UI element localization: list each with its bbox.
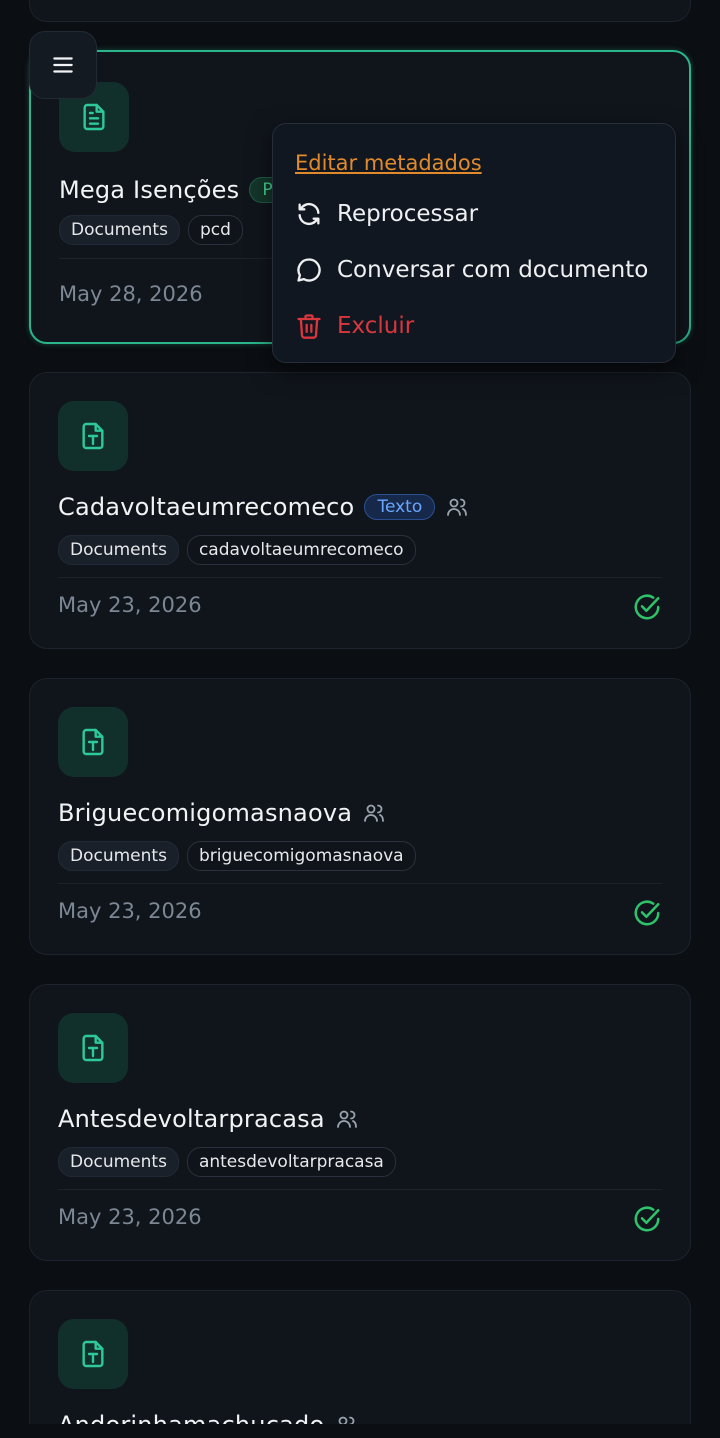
reprocess-menu-item[interactable]: Reprocessar: [295, 200, 478, 228]
users-icon: [364, 804, 385, 822]
divider: [58, 577, 662, 578]
users-icon: [447, 498, 468, 516]
document-card[interactable]: Cadavoltaeumrecomeco Texto Documents cad…: [29, 372, 691, 649]
document-card[interactable]: Briguecomigomasnaova Documents briguecom…: [29, 678, 691, 955]
refresh-icon: [298, 202, 320, 226]
tag-keyword[interactable]: antesdevoltarpracasa: [186, 1147, 396, 1177]
document-date: May 28, 2026: [59, 282, 203, 306]
document-title: Antesdevoltarpracasa: [58, 1105, 325, 1133]
tag-list: Documents pcd: [59, 215, 243, 245]
delete-label: Excluir: [337, 313, 415, 339]
document-list-screen: Mega Isenções Pr Documents pcd May 28, 2…: [0, 0, 720, 1438]
bottom-edge: [0, 1424, 720, 1438]
document-card[interactable]: Antesdevoltarpracasa Documents antesdevo…: [29, 984, 691, 1261]
tag-folder[interactable]: Documents: [58, 841, 179, 871]
chat-label: Conversar com documento: [337, 257, 649, 283]
chat-bubble-icon: [297, 258, 321, 282]
text-file-icon: [82, 728, 104, 756]
text-file-icon: [82, 1034, 104, 1062]
hamburger-icon: [53, 57, 73, 73]
type-badge: Texto: [364, 494, 436, 520]
file-badge: [58, 1319, 128, 1389]
reprocess-label: Reprocessar: [337, 201, 479, 227]
document-text-icon: [83, 103, 105, 131]
document-card[interactable]: Andorinhamachucado: [29, 1290, 691, 1438]
chat-menu-item[interactable]: Conversar com documento: [295, 256, 648, 284]
document-date: May 23, 2026: [58, 593, 202, 617]
file-badge: [58, 401, 128, 471]
title-row: Cadavoltaeumrecomeco Texto: [58, 493, 469, 521]
tag-keyword[interactable]: pcd: [187, 215, 243, 245]
context-menu: Editar metadados Reprocessar Conversar c…: [272, 123, 676, 363]
title-row: Mega Isenções Pr: [59, 176, 293, 204]
trash-icon: [297, 314, 321, 339]
document-title: Mega Isenções: [59, 176, 240, 204]
tag-folder[interactable]: Documents: [58, 535, 179, 565]
tag-list: Documents briguecomigomasnaova: [58, 841, 416, 871]
title-row: Briguecomigomasnaova: [58, 799, 386, 827]
check-circle-icon: [634, 594, 660, 620]
document-date: May 23, 2026: [58, 1205, 202, 1229]
tag-folder[interactable]: Documents: [59, 215, 180, 245]
tag-folder[interactable]: Documents: [58, 1147, 179, 1177]
file-badge: [58, 1013, 128, 1083]
check-circle-icon: [634, 900, 660, 926]
text-file-icon: [82, 422, 104, 450]
text-file-icon: [82, 1340, 104, 1368]
tag-list: Documents antesdevoltarpracasa: [58, 1147, 396, 1177]
check-circle-icon: [634, 1206, 660, 1232]
menu-button[interactable]: [29, 31, 97, 99]
tag-keyword[interactable]: briguecomigomasnaova: [186, 841, 416, 871]
title-row: Antesdevoltarpracasa: [58, 1105, 359, 1133]
document-date: May 23, 2026: [58, 899, 202, 923]
edit-metadata-menu-item[interactable]: Editar metadados: [295, 151, 482, 175]
document-card-partial-top[interactable]: [29, 0, 691, 22]
tag-keyword[interactable]: cadavoltaeumrecomeco: [186, 535, 416, 565]
document-title: Cadavoltaeumrecomeco: [58, 493, 355, 521]
tag-list: Documents cadavoltaeumrecomeco: [58, 535, 416, 565]
document-title: Briguecomigomasnaova: [58, 799, 353, 827]
divider: [58, 883, 662, 884]
delete-menu-item[interactable]: Excluir: [295, 312, 414, 340]
file-badge: [58, 707, 128, 777]
divider: [58, 1189, 662, 1190]
users-icon: [336, 1110, 357, 1128]
